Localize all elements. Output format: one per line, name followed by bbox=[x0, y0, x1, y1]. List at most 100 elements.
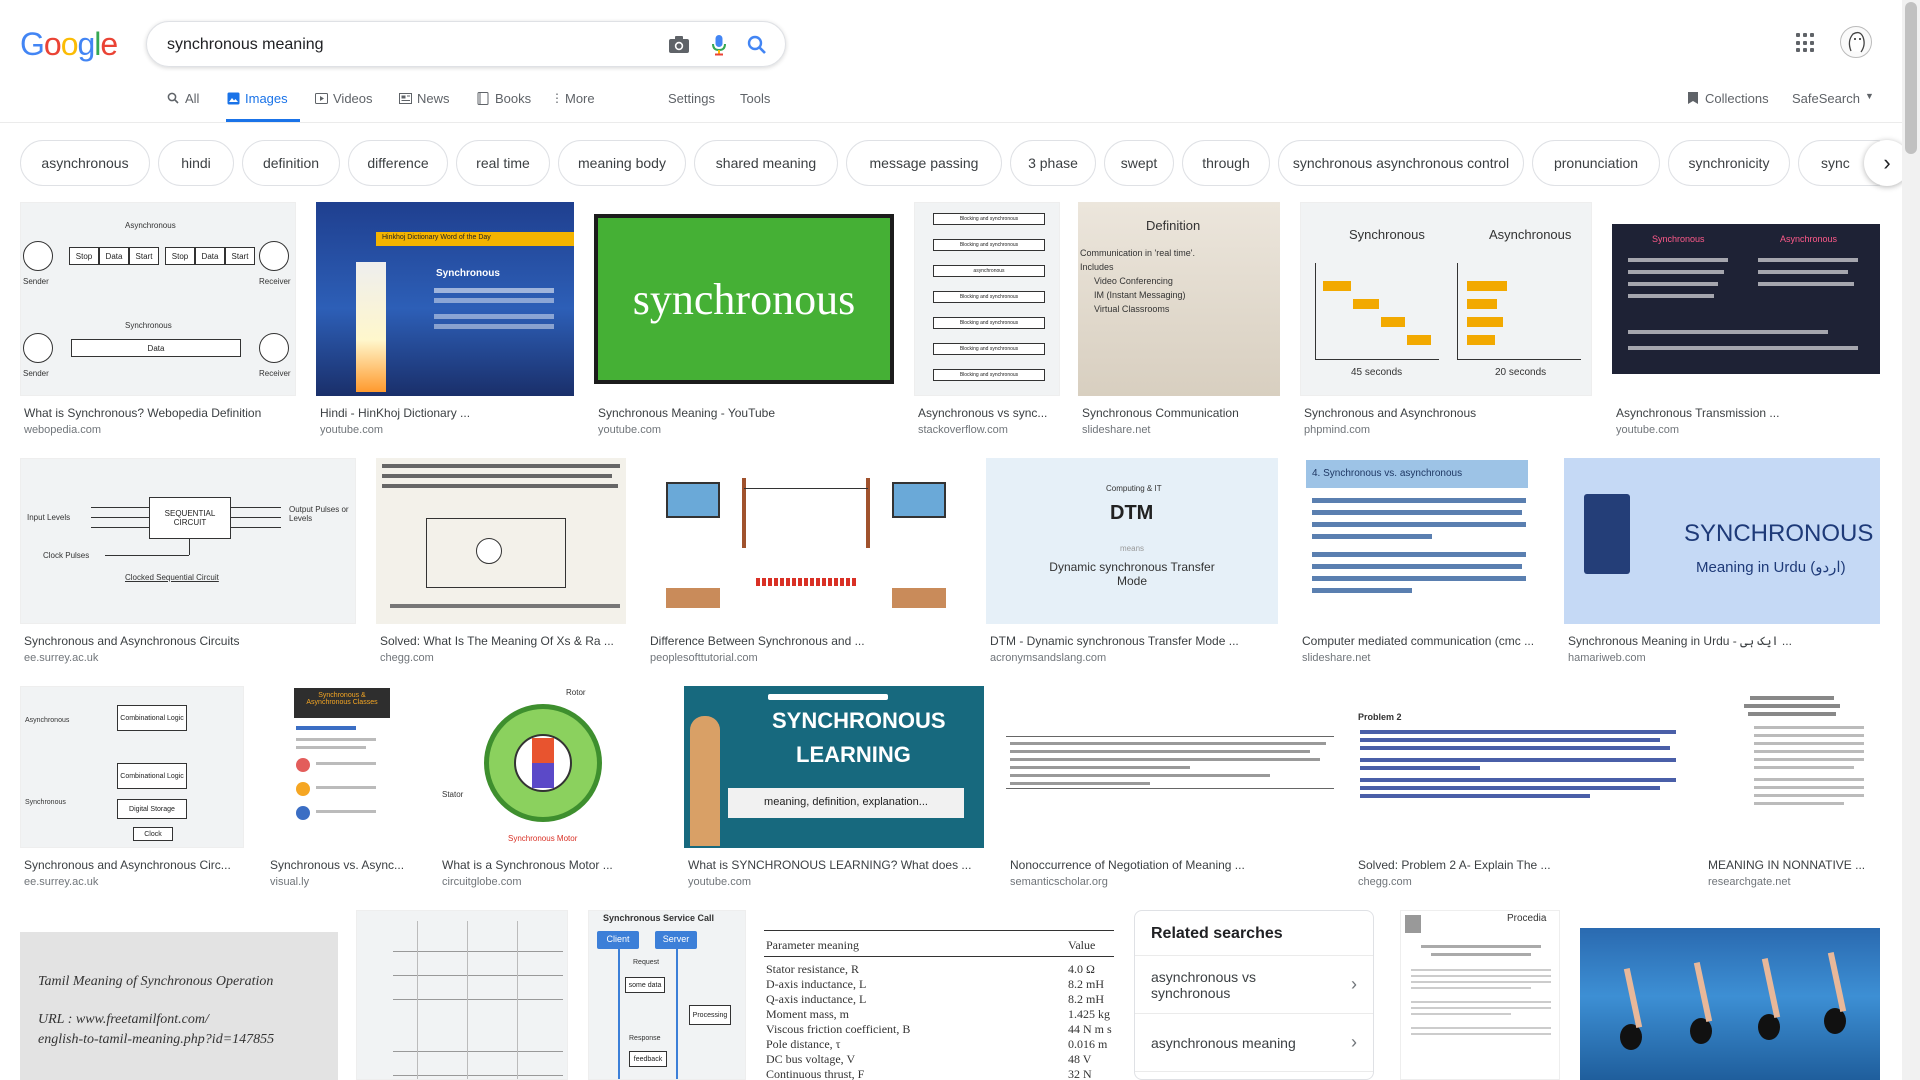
thumb-text: Tamil Meaning of Synchronous Operation bbox=[38, 974, 274, 989]
image-result[interactable]: 4. Synchronous vs. asynchronous Computer… bbox=[1298, 458, 1544, 670]
google-logo[interactable]: Google bbox=[20, 26, 118, 63]
avatar[interactable] bbox=[1840, 26, 1872, 58]
result-title[interactable]: What is Synchronous? Webopedia Definitio… bbox=[24, 406, 294, 420]
image-result[interactable]: Rotor Stator Synchronous Motor What is a… bbox=[438, 686, 662, 898]
result-thumbnail bbox=[1006, 686, 1334, 848]
result-title[interactable]: Hindi - HinKhoj Dictionary ... bbox=[320, 406, 574, 420]
image-result[interactable]: SEQUENTIAL CIRCUIT Input Levels Output P… bbox=[20, 458, 356, 670]
tab-books[interactable]: Books bbox=[476, 86, 531, 122]
chip[interactable]: pronunciation bbox=[1532, 140, 1660, 186]
result-title[interactable]: Synchronous and Asynchronous Circuits bbox=[24, 634, 356, 648]
chip[interactable]: asynchronous bbox=[20, 140, 150, 186]
result-title[interactable]: Synchronous vs. Async... bbox=[270, 858, 418, 872]
tab-more[interactable]: ⋮ More bbox=[551, 86, 595, 122]
image-result[interactable]: Difference Between Synchronous and ... p… bbox=[646, 458, 966, 670]
result-title[interactable]: What is a Synchronous Motor ... bbox=[442, 858, 662, 872]
image-result[interactable]: Parameter meaning Value Stator resistanc… bbox=[764, 910, 1114, 1080]
image-result[interactable]: Definition Communication in 'real time'.… bbox=[1078, 202, 1280, 442]
search-icon bbox=[166, 91, 180, 105]
related-search-label: asynchronous vs synchronous bbox=[1151, 968, 1257, 1001]
chip[interactable]: 3 phase bbox=[1010, 140, 1096, 186]
image-result[interactable]: SYNCHRONOUS LEARNING meaning, definition… bbox=[684, 686, 984, 898]
chip[interactable]: real time bbox=[456, 140, 550, 186]
thumb-text: SEQUENTIAL CIRCUIT bbox=[149, 497, 231, 539]
image-result[interactable]: Procedia bbox=[1400, 910, 1560, 1080]
chip[interactable]: hindi bbox=[158, 140, 234, 186]
tab-tools[interactable]: Tools bbox=[740, 86, 770, 122]
apps-grid-icon[interactable] bbox=[1796, 33, 1816, 53]
chip[interactable]: meaning body bbox=[558, 140, 686, 186]
dictionary-book-image bbox=[1584, 494, 1630, 574]
tab-settings[interactable]: Settings bbox=[668, 86, 715, 122]
safesearch-toggle[interactable]: SafeSearch ▼ bbox=[1792, 86, 1874, 122]
image-result[interactable] bbox=[1580, 910, 1880, 1080]
result-title[interactable]: Synchronous Meaning in Urdu - ایک ہی ... bbox=[1568, 634, 1880, 648]
thumb-text: Synchronous & Asynchronous Classes bbox=[294, 688, 390, 718]
swimmers-photo bbox=[1580, 928, 1880, 1080]
image-result[interactable]: Blocking and synchronous Blocking and sy… bbox=[914, 202, 1060, 442]
tab-news[interactable]: News bbox=[398, 86, 450, 122]
image-result[interactable]: Synchronous Service Call Client Server R… bbox=[588, 910, 746, 1080]
tab-videos[interactable]: Videos bbox=[314, 86, 373, 122]
result-title[interactable]: Solved: What Is The Meaning Of Xs & Ra .… bbox=[380, 634, 626, 648]
thumb-text: Sender bbox=[23, 277, 49, 286]
thumb-text: Problem 2 bbox=[1358, 712, 1402, 722]
result-title[interactable]: Synchronous Communication bbox=[1082, 406, 1280, 420]
chip[interactable]: synchronous asynchronous control bbox=[1278, 140, 1524, 186]
result-title[interactable]: Solved: Problem 2 A- Explain The ... bbox=[1358, 858, 1684, 872]
search-icon[interactable] bbox=[745, 33, 769, 57]
chip[interactable]: through bbox=[1182, 140, 1270, 186]
image-result[interactable]: Synchronous Asynchronous 45 seconds 20 s… bbox=[1300, 202, 1592, 442]
result-title[interactable]: Asynchronous vs sync... bbox=[918, 406, 1060, 420]
related-search-label: asynchronous meaning bbox=[1151, 1034, 1296, 1051]
caret-down-icon: ▼ bbox=[1864, 91, 1874, 101]
chip[interactable]: definition bbox=[242, 140, 340, 186]
thumb-text: Clock Pulses bbox=[43, 551, 90, 560]
camera-icon[interactable] bbox=[667, 33, 691, 57]
collections-link[interactable]: Collections bbox=[1686, 86, 1769, 122]
image-result[interactable]: Asynchronous Stop Data Start Stop Data S… bbox=[20, 202, 296, 442]
result-title[interactable]: Nonoccurrence of Negotiation of Meaning … bbox=[1010, 858, 1334, 872]
image-result[interactable] bbox=[356, 910, 568, 1080]
image-result[interactable]: Hinkhoj Dictionary Word of the Day Synch… bbox=[316, 202, 574, 442]
image-result[interactable]: Nonoccurrence of Negotiation of Meaning … bbox=[1006, 686, 1334, 898]
scrollbar-thumb[interactable] bbox=[1905, 2, 1917, 154]
page-scrollbar[interactable] bbox=[1902, 0, 1920, 1080]
result-title[interactable]: Computer mediated communication (cmc ... bbox=[1302, 634, 1544, 648]
param-row-name: Q-axis inductance, L bbox=[766, 992, 867, 1006]
result-title[interactable]: DTM - Dynamic synchronous Transfer Mode … bbox=[990, 634, 1278, 648]
image-result[interactable]: Tamil Meaning of Synchronous Operation U… bbox=[20, 910, 338, 1080]
chip[interactable]: shared meaning bbox=[694, 140, 838, 186]
mic-icon[interactable] bbox=[707, 33, 731, 57]
result-title[interactable]: Difference Between Synchronous and ... bbox=[650, 634, 966, 648]
image-result[interactable]: Synchronous Asynchronous Asynchronous Tr… bbox=[1612, 202, 1880, 442]
tab-images[interactable]: Images bbox=[226, 86, 300, 122]
tab-all[interactable]: All bbox=[166, 86, 199, 122]
image-result[interactable]: Problem 2 Solved: Problem 2 A- Explain T… bbox=[1354, 686, 1684, 898]
result-title[interactable]: Synchronous and Asynchronous Circ... bbox=[24, 858, 244, 872]
search-box[interactable] bbox=[146, 21, 786, 67]
result-title[interactable]: MEANING IN NONNATIVE ... bbox=[1708, 858, 1880, 872]
chip[interactable]: swept bbox=[1104, 140, 1174, 186]
chip[interactable]: difference bbox=[348, 140, 448, 186]
result-title[interactable]: What is SYNCHRONOUS LEARNING? What does … bbox=[688, 858, 984, 872]
image-result[interactable]: Solved: What Is The Meaning Of Xs & Ra .… bbox=[376, 458, 626, 670]
image-result[interactable]: synchronous Synchronous Meaning - YouTub… bbox=[594, 202, 894, 442]
image-result[interactable]: SYNCHRONOUS Meaning in Urdu (اردو) Synch… bbox=[1564, 458, 1880, 670]
image-result[interactable]: Synchronous & Asynchronous Classes Synch… bbox=[266, 686, 418, 898]
chip[interactable]: synchronicity bbox=[1668, 140, 1790, 186]
result-title[interactable]: Synchronous and Asynchronous bbox=[1304, 406, 1592, 420]
chip[interactable]: message passing bbox=[846, 140, 1002, 186]
result-thumbnail: Asynchronous Stop Data Start Stop Data S… bbox=[20, 202, 296, 396]
result-title[interactable]: Asynchronous Transmission ... bbox=[1616, 406, 1880, 420]
image-result[interactable]: MEANING IN NONNATIVE ... researchgate.ne… bbox=[1704, 686, 1880, 898]
result-site: chegg.com bbox=[380, 652, 434, 664]
result-title[interactable]: Synchronous Meaning - YouTube bbox=[598, 406, 894, 420]
result-site: stackoverflow.com bbox=[918, 424, 1008, 436]
related-search-item[interactable]: asynchronous meaning › bbox=[1135, 1014, 1373, 1072]
related-search-item[interactable]: asynchronous vs synchronous › bbox=[1135, 956, 1373, 1014]
search-input[interactable] bbox=[167, 33, 667, 57]
thumb-text: SYNCHRONOUS bbox=[772, 708, 946, 733]
image-result[interactable]: Computing & IT DTM means Dynamic synchro… bbox=[986, 458, 1278, 670]
image-result[interactable]: Asynchronous Combinational Logic Synchro… bbox=[20, 686, 244, 898]
